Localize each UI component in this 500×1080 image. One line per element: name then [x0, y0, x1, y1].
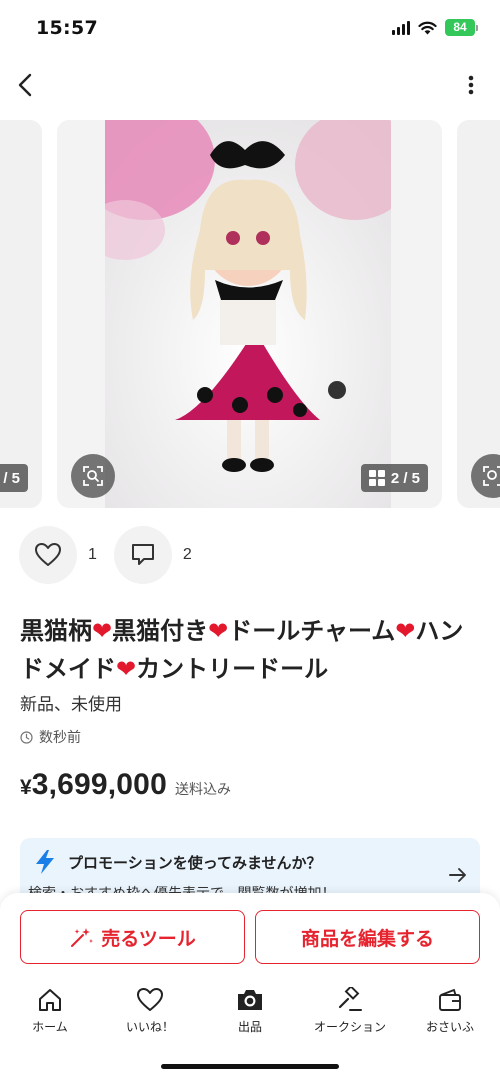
heart-icon [137, 988, 163, 1011]
product-photo [105, 120, 391, 508]
gavel-icon [338, 987, 362, 1011]
cellular-signal-icon [392, 20, 410, 35]
image-counter: 2 / 5 [360, 464, 428, 492]
vertical-ellipsis-icon [468, 75, 474, 95]
reactions-row: 1 2 [19, 526, 209, 584]
like-count: 1 [88, 546, 97, 563]
status-icons: 84 [392, 19, 478, 36]
tab-wallet[interactable]: おさいふ [400, 986, 500, 1036]
listing-timestamp: 数秒前 [20, 727, 81, 747]
heart-emoji: ❤ [208, 617, 229, 645]
status-time: 15:57 [36, 17, 98, 39]
wifi-icon [418, 21, 437, 35]
promotion-title: プロモーションを使ってみませんか？ [68, 854, 322, 872]
comment-icon [131, 544, 154, 565]
carousel-slide-previous[interactable]: / 5 [0, 120, 42, 508]
grid-icon [368, 470, 385, 486]
arrow-right-icon [449, 868, 466, 882]
camera-icon [238, 990, 262, 1010]
zoom-scan-icon [83, 466, 103, 486]
sell-tools-button[interactable]: 売るツール [20, 910, 245, 964]
lightning-icon [36, 850, 54, 874]
home-icon [39, 989, 61, 1011]
heart-icon [35, 543, 61, 566]
tab-likes[interactable]: いいね！ [100, 986, 200, 1036]
home-indicator [161, 1064, 339, 1069]
sell-tools-label: 売るツール [101, 927, 196, 950]
like-button[interactable] [19, 526, 77, 584]
zoom-scan-icon [483, 466, 500, 486]
bottom-action-sheet: 売るツール 商品を編集する ホーム いいね！ 出品 オークション おさいふ [0, 893, 500, 1080]
tab-home[interactable]: ホーム [0, 986, 100, 1036]
battery-icon: 84 [445, 19, 478, 36]
wallet-icon [439, 989, 461, 1011]
zoom-button[interactable] [71, 454, 115, 498]
tab-bar: ホーム いいね！ 出品 オークション おさいふ [0, 986, 500, 1036]
battery-level: 84 [445, 19, 475, 36]
image-counter-previous: / 5 [0, 464, 28, 492]
magic-wand-icon [71, 928, 94, 947]
tab-auction[interactable]: オークション [300, 986, 400, 1036]
heart-emoji: ❤ [92, 617, 113, 645]
carousel-slide-current[interactable]: 2 / 5 [57, 120, 442, 508]
price-value: 3,699,000 [31, 768, 167, 801]
price-currency: ¥ [20, 776, 32, 799]
tab-sell[interactable]: 出品 [200, 986, 300, 1036]
comment-button[interactable] [113, 526, 172, 584]
heart-emoji: ❤ [395, 617, 416, 645]
shipping-label: 送料込み [174, 782, 231, 798]
chevron-left-icon [18, 73, 32, 97]
clock-icon [20, 730, 33, 744]
nav-bar [0, 62, 500, 108]
image-carousel[interactable]: / 5 2 / 5 [0, 120, 500, 508]
item-title: 黒猫柄❤黒猫付き❤ドールチャーム❤ハンドメイド❤カントリードール [20, 617, 464, 683]
price-row: ¥ 3,699,000 送料込み [20, 768, 231, 802]
more-options-button[interactable] [464, 72, 478, 98]
status-bar: 15:57 84 [0, 0, 500, 58]
comment-count: 2 [182, 546, 192, 563]
item-condition: 新品、未使用 [20, 695, 122, 715]
zoom-button-next[interactable] [471, 454, 500, 498]
back-button[interactable] [12, 68, 40, 102]
carousel-slide-next[interactable] [457, 120, 500, 508]
edit-item-button[interactable]: 商品を編集する [255, 910, 480, 964]
heart-emoji: ❤ [116, 655, 137, 683]
edit-item-label: 商品を編集する [300, 927, 434, 950]
item-detail-screen: 15:57 84 / 5 2 / 5 1 2 黒猫柄❤黒猫付き❤ドールチャーム❤… [0, 0, 500, 1080]
